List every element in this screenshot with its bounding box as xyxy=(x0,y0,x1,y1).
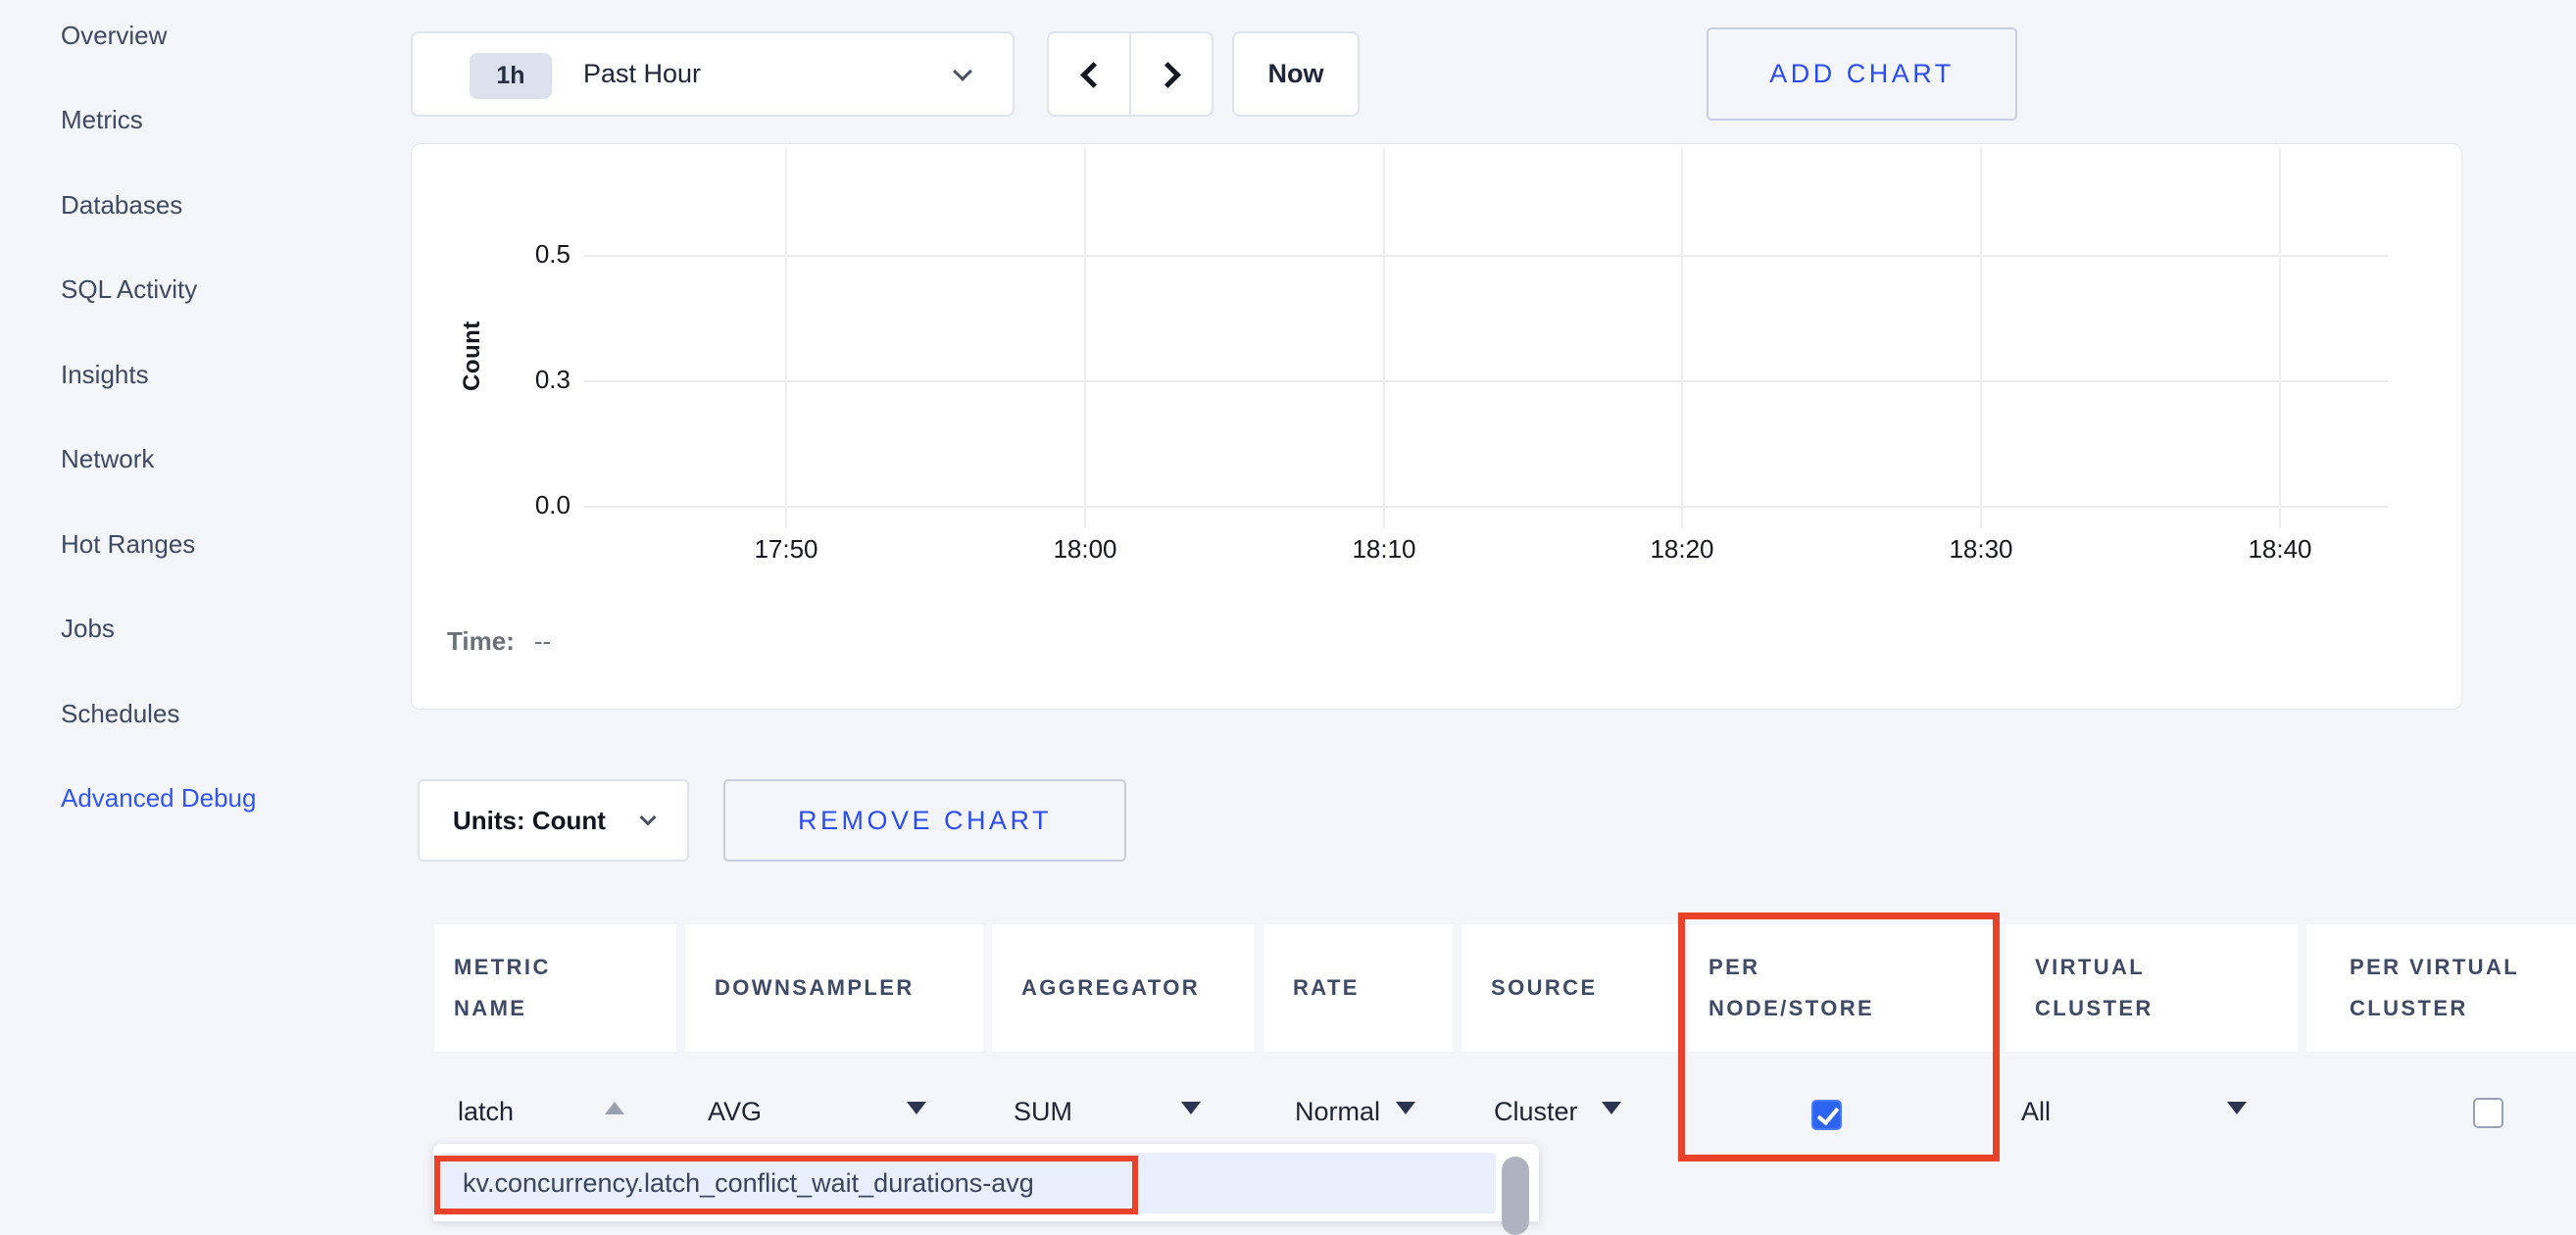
sidebar-item-hot-ranges[interactable]: Hot Ranges xyxy=(61,523,345,565)
hover-time-readout: Time: -- xyxy=(447,626,551,657)
sidebar-item-insights[interactable]: Insights xyxy=(61,354,345,395)
column-header-label: PER VIRTUAL CLUSTER xyxy=(2306,947,2561,1029)
sidebar-item-overview[interactable]: Overview xyxy=(61,15,345,56)
column-header-label: AGGREGATOR xyxy=(992,967,1200,1009)
time-readout-label: Time: xyxy=(447,626,515,656)
column-header-label: PER NODE/STORE xyxy=(1689,947,1905,1029)
metric-suggestions-dropdown: kv.concurrency.latch_conflict_wait_durat… xyxy=(433,1144,1539,1221)
column-header-rate: RATE xyxy=(1263,924,1453,1052)
x-tick: 18:10 xyxy=(1315,534,1453,565)
chevron-down-icon xyxy=(640,810,657,826)
column-header-aggregator: AGGREGATOR xyxy=(992,924,1255,1052)
sidebar-item-sql-activity[interactable]: SQL Activity xyxy=(61,269,345,310)
gridline-vertical xyxy=(785,148,787,528)
virtual-cluster-caret-icon[interactable] xyxy=(2227,1102,2247,1114)
dropdown-open-caret-icon[interactable] xyxy=(605,1102,624,1114)
per-node-store-checkbox[interactable] xyxy=(1811,1100,1842,1130)
aggregator-caret-icon[interactable] xyxy=(1181,1102,1201,1114)
metric-suggestion-item[interactable]: kv.concurrency.latch_conflict_wait_durat… xyxy=(439,1153,1496,1213)
sidebar-item-databases[interactable]: Databases xyxy=(61,184,345,225)
column-header-label: VIRTUAL CLUSTER xyxy=(2006,947,2202,1029)
prev-range-button[interactable] xyxy=(1049,33,1129,115)
custom-chart-panel: Count 0.5 0.3 0.0 17:50 18:00 18:10 18:2… xyxy=(411,143,2462,710)
units-select[interactable]: Units: Count xyxy=(418,779,689,862)
next-range-button[interactable] xyxy=(1129,33,1212,115)
virtual-cluster-select[interactable]: All xyxy=(2021,1094,2051,1129)
column-header-label: DOWNSAMPLER xyxy=(685,967,915,1009)
sidebar-item-network[interactable]: Network xyxy=(61,438,345,479)
column-header-virtual-cluster: VIRTUAL CLUSTER xyxy=(2006,924,2298,1052)
column-header-per-virtual-cluster: PER VIRTUAL CLUSTER xyxy=(2306,924,2576,1052)
sidebar-item-jobs[interactable]: Jobs xyxy=(61,608,345,649)
time-range-badge: 1h xyxy=(470,53,552,99)
units-select-label: Units: Count xyxy=(453,781,606,860)
time-step-buttons xyxy=(1047,31,1214,117)
gridline-horizontal xyxy=(584,380,2388,382)
sidebar-item-schedules[interactable]: Schedules xyxy=(61,693,345,734)
sidebar-item-advanced-debug[interactable]: Advanced Debug xyxy=(61,777,345,818)
downsampler-select[interactable]: AVG xyxy=(708,1094,762,1129)
column-header-label: SOURCE xyxy=(1461,967,1598,1009)
column-header-label: METRIC NAME xyxy=(434,947,601,1029)
rate-caret-icon[interactable] xyxy=(1396,1102,1415,1114)
dropdown-scrollbar[interactable] xyxy=(1502,1157,1529,1235)
y-tick: 0.5 xyxy=(492,239,570,270)
gridline-vertical xyxy=(2279,148,2281,528)
column-header-label: RATE xyxy=(1263,967,1360,1009)
time-range-label: Past Hour xyxy=(583,33,701,115)
downsampler-caret-icon[interactable] xyxy=(907,1102,926,1114)
now-button[interactable]: Now xyxy=(1232,31,1360,117)
chevron-left-icon xyxy=(1080,62,1107,88)
column-header-downsampler: DOWNSAMPLER xyxy=(685,924,983,1052)
column-header-metric-name: METRIC NAME xyxy=(434,924,676,1052)
chevron-right-icon xyxy=(1155,62,1181,88)
gridline-vertical xyxy=(1084,148,1086,528)
rate-select[interactable]: Normal xyxy=(1295,1094,1380,1129)
x-tick: 17:50 xyxy=(718,534,855,565)
y-tick: 0.3 xyxy=(492,365,570,395)
gridline-vertical xyxy=(1383,148,1385,528)
column-header-per-node-store: PER NODE/STORE xyxy=(1689,924,1997,1052)
x-tick: 18:20 xyxy=(1613,534,1751,565)
time-range-select[interactable]: 1h Past Hour xyxy=(411,31,1015,117)
x-tick: 18:40 xyxy=(2211,534,2349,565)
column-header-source: SOURCE xyxy=(1461,924,1680,1052)
sidebar-item-metrics[interactable]: Metrics xyxy=(61,99,345,140)
add-chart-button[interactable]: ADD CHART xyxy=(1707,27,2017,121)
chevron-down-icon xyxy=(953,62,972,81)
source-select[interactable]: Cluster xyxy=(1494,1094,1578,1129)
source-caret-icon[interactable] xyxy=(1602,1102,1621,1114)
y-axis-label: Count xyxy=(459,321,486,391)
time-readout-value: -- xyxy=(534,626,551,656)
y-tick: 0.0 xyxy=(492,490,570,520)
x-tick: 18:00 xyxy=(1016,534,1154,565)
x-tick: 18:30 xyxy=(1912,534,2050,565)
per-virtual-cluster-checkbox[interactable] xyxy=(2473,1098,2503,1128)
gridline-vertical xyxy=(1980,148,1982,528)
aggregator-select[interactable]: SUM xyxy=(1014,1094,1072,1129)
gridline-vertical xyxy=(1681,148,1683,528)
remove-chart-button[interactable]: REMOVE CHART xyxy=(723,779,1126,862)
metric-name-input[interactable]: latch xyxy=(458,1094,514,1129)
gridline-horizontal xyxy=(584,506,2388,508)
gridline-horizontal xyxy=(584,255,2388,257)
